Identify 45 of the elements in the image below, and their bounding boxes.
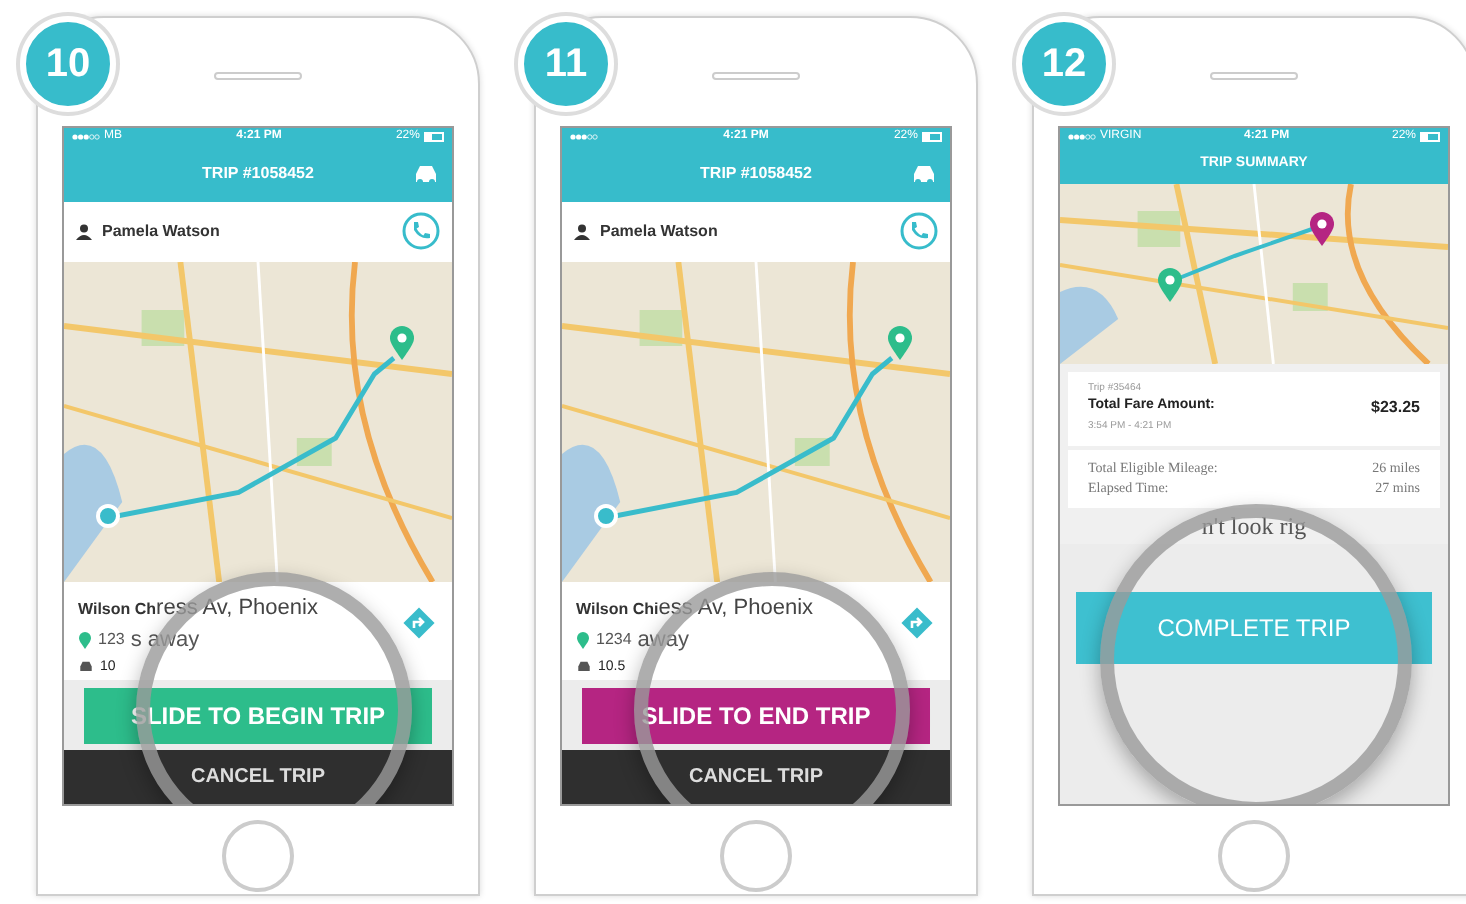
magnified-address-text: ess Av, Phoenix xyxy=(658,593,814,624)
rider-name: Pamela Watson xyxy=(102,219,222,244)
fare-amount: $23.25 xyxy=(1371,396,1420,421)
trip-title: TRIP #1058452 xyxy=(202,162,314,187)
car-icon xyxy=(576,660,592,675)
address-text: Wilson Ch xyxy=(78,597,157,622)
signal-icon xyxy=(1068,134,1096,140)
phone-call-icon[interactable] xyxy=(402,212,440,251)
signal-icon xyxy=(72,134,100,141)
cancel-trip-button[interactable]: CANCEL TRIP xyxy=(64,750,452,804)
trip-title: TRIP #1058452 xyxy=(700,162,812,187)
cancel-trip-button[interactable]: CANCEL TRIP xyxy=(562,750,950,804)
signal-icon xyxy=(570,134,598,141)
home-button[interactable] xyxy=(1218,820,1290,892)
map-pin-icon xyxy=(886,325,914,362)
step-number-badge: 11 xyxy=(518,16,614,112)
battery-icon xyxy=(1420,132,1440,142)
distance-text: 123 xyxy=(98,628,125,653)
distance-text: 1234 xyxy=(596,628,632,653)
person-icon xyxy=(76,223,92,240)
speaker-slot xyxy=(712,72,800,80)
home-button[interactable] xyxy=(222,820,294,892)
magnified-feedback-text: n't look rig xyxy=(1201,509,1307,544)
car-icon[interactable] xyxy=(412,163,440,186)
address-text: Wilson Chi xyxy=(576,597,659,622)
map-pin-icon xyxy=(1308,211,1336,248)
battery-icon xyxy=(921,132,942,143)
person-icon xyxy=(574,223,590,240)
home-button[interactable] xyxy=(720,820,792,892)
magnified-distance-text: away xyxy=(637,626,689,657)
battery-icon xyxy=(423,132,444,143)
map-pin-icon xyxy=(1156,267,1184,304)
map-pin-icon xyxy=(78,631,92,650)
rider-name: Pamela Watson xyxy=(600,219,720,244)
phone-call-icon[interactable] xyxy=(900,212,938,251)
car-icon[interactable] xyxy=(910,163,938,186)
slide-button[interactable]: SLIDE TO END TRIP xyxy=(582,687,930,744)
speaker-slot xyxy=(214,72,302,80)
step-number-badge: 12 xyxy=(1016,16,1112,112)
magnified-distance-text: s away xyxy=(130,626,200,657)
car-icon xyxy=(78,660,94,675)
step-number-badge: 10 xyxy=(20,16,116,112)
map-pin-icon xyxy=(576,631,590,650)
speaker-slot xyxy=(1210,72,1298,80)
map-pin-icon xyxy=(388,325,416,362)
